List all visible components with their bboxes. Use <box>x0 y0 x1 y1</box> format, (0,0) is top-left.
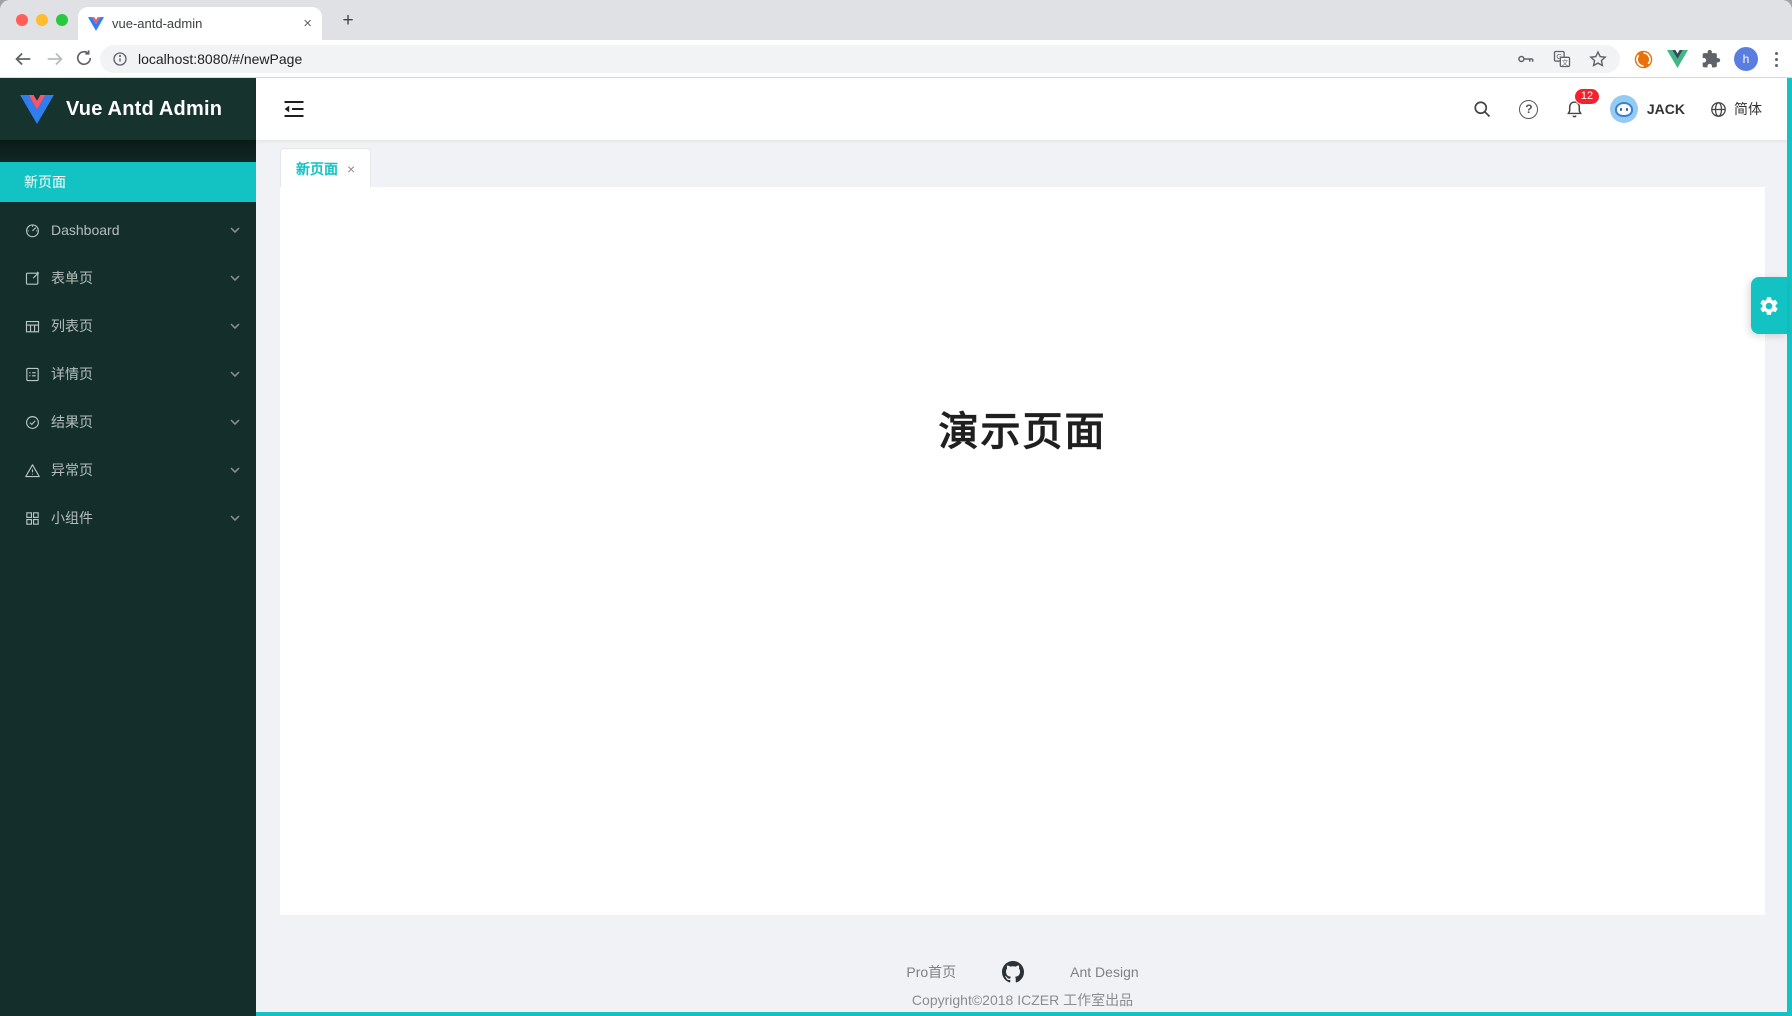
page-title: 演示页面 <box>280 399 1765 457</box>
sidebar-item-new-page[interactable]: 新页面 <box>0 162 256 202</box>
site-info-icon[interactable] <box>112 51 128 67</box>
browser-profile-avatar[interactable]: h <box>1734 47 1758 71</box>
block-icon <box>24 510 41 527</box>
github-icon[interactable] <box>1002 961 1024 983</box>
chevron-down-icon <box>230 227 240 233</box>
extensions-puzzle-icon[interactable] <box>1701 49 1721 69</box>
vue-logo-icon <box>20 95 54 124</box>
browser-window: vue-antd-admin × + loc <box>0 0 1792 1016</box>
content-card: 演示页面 <box>280 187 1765 915</box>
zoom-window-button[interactable] <box>56 14 68 26</box>
url-bar[interactable]: localhost:8080/#/newPage G 文 <box>100 45 1620 73</box>
theme-edge-bottom <box>256 1012 1792 1016</box>
minimize-window-button[interactable] <box>36 14 48 26</box>
help-icon[interactable]: ? <box>1518 98 1540 120</box>
sidebar-item-result[interactable]: 结果页 <box>0 402 256 442</box>
gear-icon <box>1758 295 1780 317</box>
chevron-down-icon <box>230 323 240 329</box>
notification-badge: 12 <box>1575 89 1599 104</box>
traffic-lights <box>16 14 68 26</box>
chevron-down-icon <box>230 419 240 425</box>
tab-close-icon[interactable]: × <box>303 16 312 31</box>
warning-triangle-icon <box>24 462 41 479</box>
footer-link-ant-design[interactable]: Ant Design <box>1070 964 1138 980</box>
browser-toolbar: localhost:8080/#/newPage G 文 <box>0 40 1792 78</box>
sidebar-item-form[interactable]: 表单页 <box>0 258 256 298</box>
page-tab-new-page[interactable]: 新页面 × <box>280 148 371 188</box>
vue-devtools-icon[interactable] <box>1667 50 1688 68</box>
password-key-icon[interactable] <box>1516 49 1536 69</box>
browser-tab[interactable]: vue-antd-admin × <box>78 7 322 40</box>
menu-top-shadow <box>0 140 256 162</box>
close-window-button[interactable] <box>16 14 28 26</box>
notification-bell-icon[interactable]: 12 <box>1564 98 1586 120</box>
reload-icon[interactable] <box>74 48 96 70</box>
page-tabbar: 新页面 × <box>256 140 1792 188</box>
orange-extension-icon[interactable] <box>1633 49 1654 70</box>
check-circle-icon <box>24 414 41 431</box>
chevron-down-icon <box>230 467 240 473</box>
user-menu[interactable]: JACK <box>1610 95 1685 123</box>
translate-icon[interactable]: G 文 <box>1552 49 1572 69</box>
menu-fold-icon[interactable] <box>282 97 306 121</box>
main-area: 新页面 × 演示页面 Pro首页 Ant Design Copyright©20… <box>256 140 1792 1016</box>
search-icon[interactable] <box>1472 98 1494 120</box>
form-icon <box>24 270 41 287</box>
sidebar-item-list[interactable]: 列表页 <box>0 306 256 346</box>
sidebar: Vue Antd Admin 新页面 Dashboard 表单页 <box>0 78 256 1016</box>
copyright-text: Copyright©2018 ICZER 工作室出品 <box>280 990 1765 1010</box>
page-footer: Pro首页 Ant Design Copyright©2018 ICZER 工作… <box>280 915 1765 1012</box>
user-avatar <box>1610 95 1638 123</box>
settings-drawer-button[interactable] <box>1751 277 1787 334</box>
browser-menu-icon[interactable] <box>1771 52 1782 67</box>
extension-row: h <box>1633 40 1782 78</box>
chevron-down-icon <box>230 515 240 521</box>
chevron-down-icon <box>230 371 240 377</box>
language-label: 简体 <box>1734 99 1762 119</box>
forward-icon[interactable] <box>44 48 66 70</box>
theme-edge-right <box>1787 78 1792 1016</box>
app-header: ? 12 JACK 简体 <box>256 78 1792 140</box>
sidebar-logo[interactable]: Vue Antd Admin <box>0 78 256 140</box>
new-tab-button[interactable]: + <box>336 9 360 33</box>
sidebar-item-detail[interactable]: 详情页 <box>0 354 256 394</box>
sidebar-menu: 新页面 Dashboard 表单页 列表页 <box>0 162 256 538</box>
sidebar-item-exception[interactable]: 异常页 <box>0 450 256 490</box>
chevron-down-icon <box>230 275 240 281</box>
globe-icon <box>1709 100 1728 119</box>
tab-close-icon[interactable]: × <box>347 161 355 177</box>
bookmark-star-icon[interactable] <box>1588 49 1608 69</box>
favicon-vue-icon <box>88 17 104 31</box>
sidebar-item-dashboard[interactable]: Dashboard <box>0 210 256 250</box>
username: JACK <box>1647 101 1685 117</box>
table-icon <box>24 318 41 335</box>
language-selector[interactable]: 简体 <box>1709 99 1762 119</box>
profile-icon <box>24 366 41 383</box>
back-icon[interactable] <box>12 48 34 70</box>
footer-link-pro-home[interactable]: Pro首页 <box>906 962 956 982</box>
browser-tabstrip: vue-antd-admin × + <box>0 0 1792 40</box>
svg-text:文: 文 <box>1562 58 1569 67</box>
url-text[interactable]: localhost:8080/#/newPage <box>138 51 1506 67</box>
browser-tab-title: vue-antd-admin <box>112 16 295 31</box>
dashboard-icon <box>24 222 41 239</box>
app-title: Vue Antd Admin <box>66 98 222 121</box>
sidebar-item-widgets[interactable]: 小组件 <box>0 498 256 538</box>
